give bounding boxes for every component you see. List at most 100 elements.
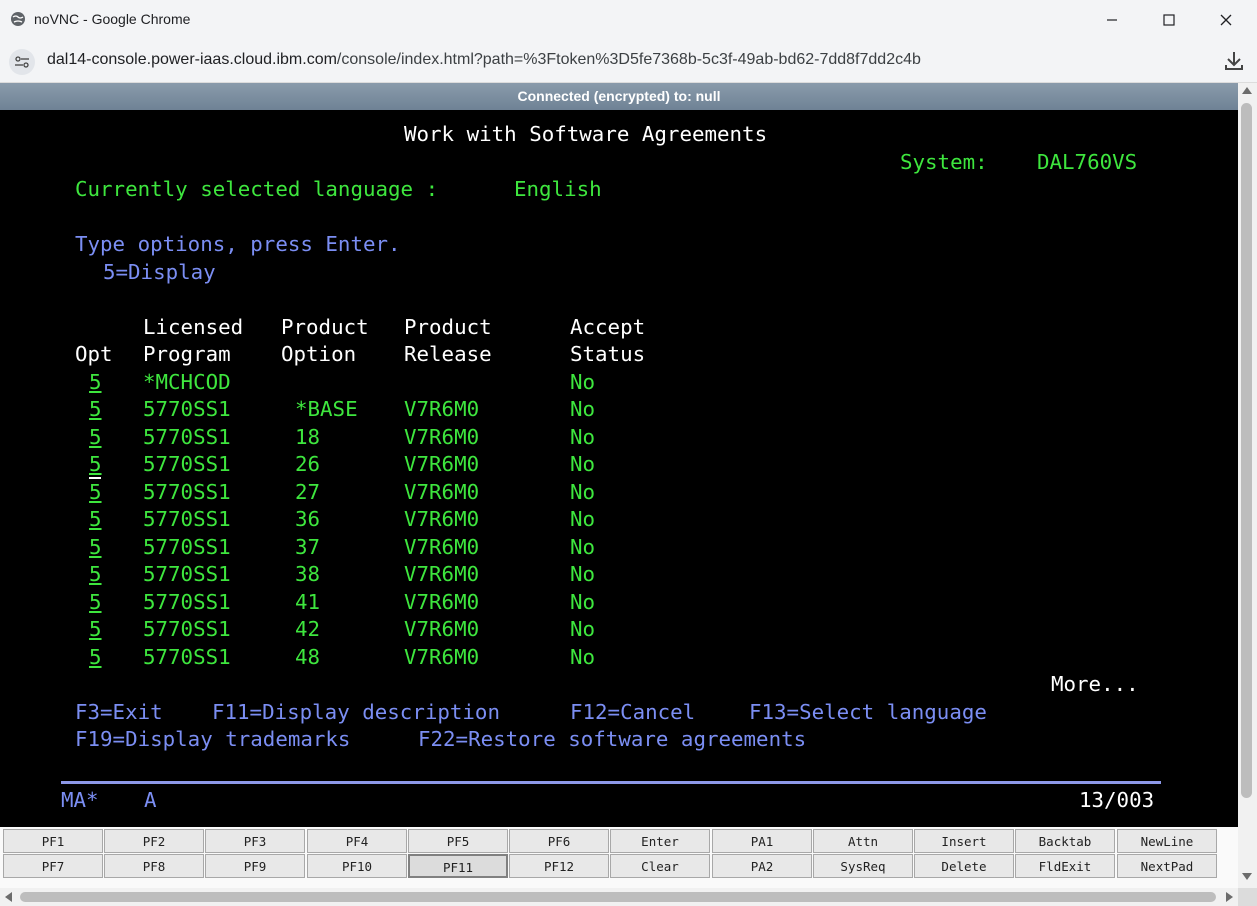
fkey-f11[interactable]: F11=Display description	[212, 699, 500, 725]
key-pf12[interactable]: PF12	[509, 854, 609, 878]
fkey-f19[interactable]: F19=Display trademarks	[75, 726, 350, 752]
scrollbar-corner	[1238, 888, 1257, 906]
key-fldexit[interactable]: FldExit	[1015, 854, 1115, 878]
opt-field[interactable]: 5	[89, 506, 102, 532]
key-pa2[interactable]: PA2	[712, 854, 812, 878]
scroll-down-icon[interactable]	[1242, 873, 1252, 880]
status-cell: No	[570, 535, 596, 559]
option-hint: 5=Display	[103, 260, 216, 284]
vertical-scroll-thumb[interactable]	[1241, 103, 1252, 798]
program-cell: 5770SS1	[143, 645, 231, 669]
cursor-position: 13/003	[1079, 788, 1155, 812]
close-icon	[1220, 14, 1232, 26]
release-cell: V7R6M0	[404, 645, 480, 669]
address-bar[interactable]: dal14-console.power-iaas.cloud.ibm.com/c…	[0, 40, 1257, 83]
key-insert[interactable]: Insert	[914, 829, 1014, 853]
window-titlebar: noVNC - Google Chrome	[0, 0, 1257, 40]
maximize-icon	[1163, 14, 1175, 26]
opt-field[interactable]: 5	[89, 424, 102, 450]
key-newline[interactable]: NewLine	[1117, 829, 1217, 853]
scroll-left-icon[interactable]	[5, 892, 12, 902]
fkey-f12[interactable]: F12=Cancel	[570, 699, 695, 725]
option-cell: 26	[295, 452, 321, 476]
key-delete[interactable]: Delete	[914, 854, 1014, 878]
opt-field[interactable]: 5	[89, 396, 102, 422]
release-cell: V7R6M0	[404, 535, 480, 559]
status-cell: No	[570, 370, 596, 394]
option-cell: 38	[295, 562, 321, 586]
fkey-f22[interactable]: F22=Restore software agreements	[418, 726, 806, 752]
program-cell: *MCHCOD	[143, 370, 231, 394]
url-path: /console/index.html?path=%3Ftoken%3D5fe7…	[336, 51, 921, 68]
site-info-button[interactable]	[9, 49, 35, 75]
status-cell: No	[570, 507, 596, 531]
key-pf8[interactable]: PF8	[104, 854, 204, 878]
opt-field[interactable]: 5	[89, 369, 102, 395]
release-cell: V7R6M0	[404, 480, 480, 504]
opt-field[interactable]: 5	[89, 616, 102, 642]
status-cell: No	[570, 397, 596, 421]
key-sysreq[interactable]: SysReq	[813, 854, 913, 878]
opt-field[interactable]: 5	[89, 561, 102, 587]
release-cell: V7R6M0	[404, 562, 480, 586]
key-pf5[interactable]: PF5	[408, 829, 508, 853]
key-pa1[interactable]: PA1	[712, 829, 812, 853]
key-pf2[interactable]: PF2	[104, 829, 204, 853]
key-attn[interactable]: Attn	[813, 829, 913, 853]
key-backtab[interactable]: Backtab	[1015, 829, 1115, 853]
header-program-2: Program	[143, 342, 231, 366]
key-pf1[interactable]: PF1	[3, 829, 103, 853]
key-clear[interactable]: Clear	[610, 854, 710, 878]
program-cell: 5770SS1	[143, 562, 231, 586]
fkey-f3[interactable]: F3=Exit	[75, 699, 163, 725]
header-status-2: Status	[570, 342, 646, 366]
release-cell: V7R6M0	[404, 590, 480, 614]
download-icon[interactable]	[1222, 49, 1246, 73]
program-cell: 5770SS1	[143, 590, 231, 614]
release-cell: V7R6M0	[404, 397, 480, 421]
window-title: noVNC - Google Chrome	[34, 11, 191, 27]
status-cell: No	[570, 617, 596, 641]
release-cell: V7R6M0	[404, 507, 480, 531]
terminal-screen[interactable]: Work with Software Agreements System: DA…	[0, 110, 1238, 827]
opt-field[interactable]: 5	[89, 451, 102, 477]
key-nextpad[interactable]: NextPad	[1117, 854, 1217, 878]
instructions: Type options, press Enter.	[75, 232, 401, 256]
release-cell: V7R6M0	[404, 452, 480, 476]
key-pf10[interactable]: PF10	[307, 854, 407, 878]
key-pf3[interactable]: PF3	[205, 829, 305, 853]
status-cell: No	[570, 562, 596, 586]
header-release-2: Release	[404, 342, 492, 366]
screen-title: Work with Software Agreements	[404, 122, 768, 146]
key-pf4[interactable]: PF4	[307, 829, 407, 853]
release-cell: V7R6M0	[404, 617, 480, 641]
maximize-button[interactable]	[1149, 6, 1189, 34]
scroll-up-icon[interactable]	[1242, 87, 1252, 94]
language-label: Currently selected language :	[75, 177, 439, 201]
keypad: PF1 PF2 PF3 PF4 PF5 PF6 Enter PA1 Attn I…	[0, 827, 1238, 888]
key-pf9[interactable]: PF9	[205, 854, 305, 878]
key-pf6[interactable]: PF6	[509, 829, 609, 853]
close-button[interactable]	[1206, 6, 1246, 34]
fkey-f13[interactable]: F13=Select language	[749, 699, 987, 725]
scroll-right-icon[interactable]	[1226, 892, 1233, 902]
opt-field[interactable]: 5	[89, 534, 102, 560]
key-pf11[interactable]: PF11	[408, 854, 508, 878]
header-option-2: Option	[281, 342, 357, 366]
url-text[interactable]: dal14-console.power-iaas.cloud.ibm.com/c…	[47, 51, 921, 69]
minimize-button[interactable]	[1092, 6, 1132, 34]
language-value: English	[514, 177, 602, 201]
opt-field[interactable]: 5	[89, 644, 102, 670]
opt-field[interactable]: 5	[89, 479, 102, 505]
horizontal-scroll-thumb[interactable]	[20, 892, 1216, 902]
option-cell: *BASE	[295, 397, 358, 421]
novnc-status-bar: Connected (encrypted) to: null	[0, 83, 1238, 110]
key-pf7[interactable]: PF7	[3, 854, 103, 878]
option-cell: 36	[295, 507, 321, 531]
vertical-scrollbar[interactable]	[1238, 83, 1257, 888]
horizontal-scrollbar[interactable]	[0, 888, 1238, 906]
key-enter[interactable]: Enter	[610, 829, 710, 853]
oia-status: MA*	[61, 788, 99, 812]
system-value: DAL760VS	[1037, 150, 1138, 174]
opt-field[interactable]: 5	[89, 589, 102, 615]
